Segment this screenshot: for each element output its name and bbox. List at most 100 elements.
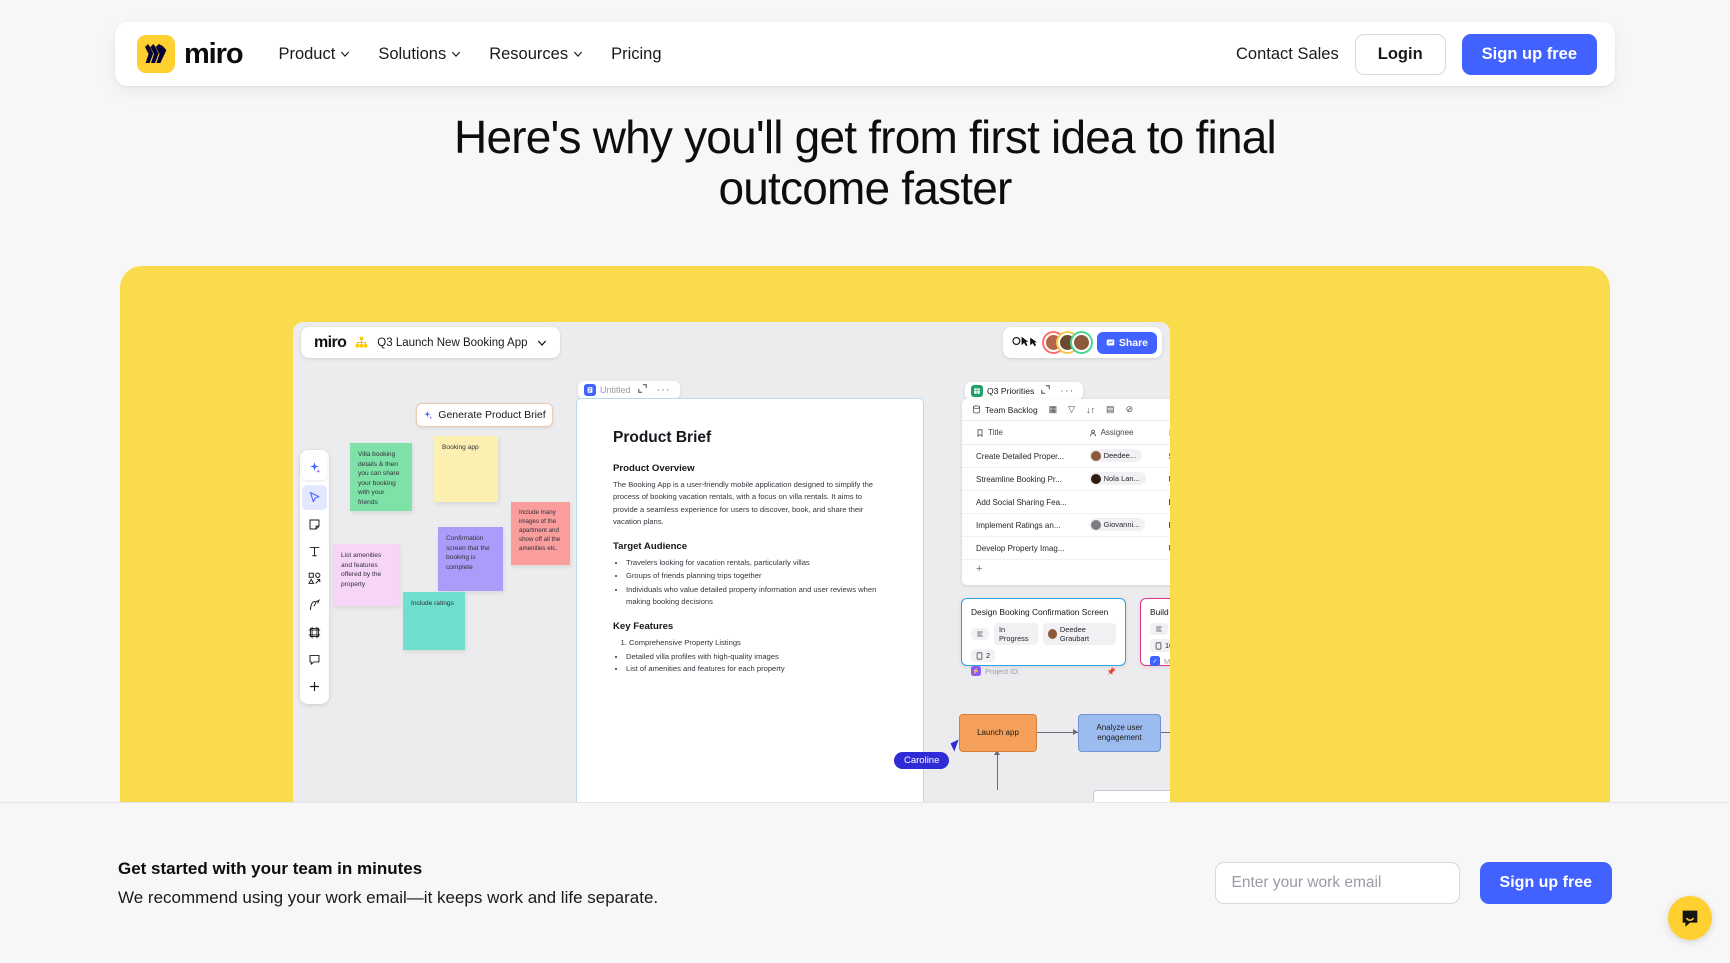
nav-item-product[interactable]: Product (278, 45, 350, 64)
page-title: Here's why you'll get from first idea to… (454, 111, 1277, 214)
pen-tool-icon[interactable] (302, 593, 327, 618)
expand-icon[interactable] (1038, 385, 1053, 397)
contact-sales-link[interactable]: Contact Sales (1236, 45, 1339, 64)
attachment-count-badge: 2 (971, 649, 996, 662)
nav-item-resources[interactable]: Resources (489, 45, 583, 64)
task-card[interactable]: Design Booking Confirmation Screen In Pr… (961, 598, 1126, 676)
avatar (1090, 519, 1101, 530)
sticky-note[interactable]: Villa booking details & then you can sha… (350, 443, 412, 511)
table-tab-label: Q3 Priorities (987, 386, 1035, 396)
column-label: Title (988, 428, 1003, 437)
more-options-icon[interactable]: ··· (654, 384, 674, 396)
frame-tool-icon[interactable] (302, 620, 327, 645)
expand-icon[interactable] (635, 384, 650, 396)
board-left-toolbar (300, 450, 329, 704)
flow-node[interactable]: Analyze user engagement (1078, 714, 1161, 752)
avatar-group[interactable] (1043, 333, 1091, 352)
shapes-tool-icon[interactable] (302, 566, 327, 591)
more-options-icon[interactable]: ··· (1057, 385, 1077, 397)
task-card-footer-label: M (1164, 656, 1170, 666)
document-widget-tab[interactable]: Untitled ··· (578, 381, 680, 399)
column-header-description[interactable]: D (1168, 428, 1170, 437)
sticky-note[interactable]: Include ratings (403, 592, 465, 650)
add-row-button[interactable]: + (962, 560, 1170, 575)
board-miro-wordmark: miro (314, 333, 347, 351)
cell-description: Upda (1168, 544, 1170, 553)
table-widget-tab[interactable]: Q3 Priorities ··· (965, 382, 1084, 400)
sort-icon[interactable]: ↓↑ (1086, 405, 1095, 415)
group-icon[interactable]: ▤ (1106, 404, 1115, 415)
q3-priorities-table[interactable]: Team Backlog ▦ ▽ ↓↑ ▤ ⊘ Title Assignee C… (962, 399, 1170, 585)
list-item: Travelers looking for vacation rentals, … (626, 557, 887, 569)
task-card-count-row: 10 (1150, 639, 1170, 652)
assignee-name: Giovanni... (1103, 520, 1140, 530)
column-header-assignee[interactable]: Assignee (1089, 428, 1169, 437)
generate-product-brief-button[interactable]: Generate Product Brief (416, 403, 553, 427)
text-tool-icon[interactable] (302, 539, 327, 564)
filter-icon[interactable]: ▽ (1068, 404, 1075, 415)
bookmark-icon (977, 428, 983, 437)
table-row[interactable]: Create Detailed Proper... Deedee... Stan… (962, 445, 1170, 468)
sticky-note-tool-icon[interactable] (302, 512, 327, 537)
cell-description: Upda (1168, 475, 1170, 484)
banner-signup-button[interactable]: Sign up free (1479, 862, 1612, 904)
table-view-selector[interactable]: Team Backlog (972, 405, 1038, 415)
table-row[interactable]: Streamline Booking Pr... Nola Lan... Upd… (962, 468, 1170, 491)
banner-signup-form: Sign up free (1214, 862, 1612, 904)
select-cursor-tool-icon[interactable] (302, 485, 327, 510)
sticky-note[interactable]: Booking app (434, 436, 498, 502)
person-icon (1089, 429, 1096, 436)
comment-tool-icon[interactable] (302, 647, 327, 672)
assignee-chip: Deedee Graubart (1042, 623, 1116, 645)
login-button[interactable]: Login (1354, 33, 1446, 75)
miro-logo-text: miro (184, 37, 244, 70)
work-email-input[interactable] (1214, 862, 1460, 904)
flow-node[interactable]: Launch app (959, 714, 1037, 752)
grid-view-icon[interactable]: ▦ (1049, 404, 1058, 415)
sticky-note[interactable]: Include many images of the apartment and… (511, 502, 570, 565)
column-header-title[interactable]: Title (976, 428, 1089, 437)
checkbox-icon: ✓ (1150, 656, 1160, 666)
hide-fields-icon[interactable]: ⊘ (1126, 404, 1134, 415)
miro-logo[interactable]: miro (137, 35, 244, 73)
project-id-label: Project ID: (985, 666, 1020, 676)
cell-title: Streamline Booking Pr... (976, 474, 1062, 484)
chat-widget-button[interactable] (1668, 896, 1712, 940)
spreadsheet-icon (971, 385, 983, 397)
project-icon: ⚡ (971, 666, 981, 676)
section-heading-overview: Product Overview (613, 463, 695, 474)
table-row[interactable]: Add Social Sharing Fea... Estab (962, 491, 1170, 514)
table-row[interactable]: Develop Property Imag... Upda (962, 537, 1170, 560)
table-row[interactable]: Implement Ratings an... Giovanni... Rede… (962, 514, 1170, 537)
nav-item-solutions[interactable]: Solutions (378, 45, 461, 64)
board-project-name: Q3 Launch New Booking App (377, 336, 528, 349)
product-brief-document[interactable]: Product Brief Product Overview The Booki… (576, 398, 924, 867)
assignee-chip: Nola Lan... (1088, 472, 1146, 486)
board-title-pill[interactable]: miro Q3 Launch New Booking App (301, 327, 560, 358)
document-title: Product Brief (613, 429, 712, 446)
flow-connector (1161, 732, 1170, 734)
table-view-name: Team Backlog (985, 404, 1038, 415)
nav-item-product-label: Product (278, 44, 336, 63)
chevron-down-icon[interactable] (537, 338, 547, 348)
top-navigation-bar: miro Product Solutions Resources Pricing… (115, 22, 1615, 86)
more-apps-tool-icon[interactable] (302, 674, 327, 699)
ai-sparkle-tool-icon[interactable] (302, 455, 327, 480)
task-card-meta (1150, 623, 1170, 635)
share-button[interactable]: Share (1096, 331, 1157, 354)
cell-title: Develop Property Imag... (976, 543, 1065, 553)
task-card[interactable]: Build 10 ✓ M (1140, 598, 1170, 666)
cell-description: Redes (1168, 521, 1170, 530)
description-icon (1169, 430, 1170, 435)
signup-free-button[interactable]: Sign up free (1461, 33, 1597, 75)
sticky-note[interactable]: List amenities and features offered by t… (333, 544, 399, 606)
nav-item-pricing[interactable]: Pricing (611, 45, 661, 64)
document-icon (584, 384, 596, 396)
banner-text-block: Get started with your team in minutes We… (118, 859, 658, 908)
sticky-note[interactable]: Confirmation screen that the booking is … (438, 527, 503, 591)
share-board-icon (1106, 339, 1115, 346)
target-audience-list: Travelers looking for vacation rentals, … (626, 557, 887, 608)
share-button-label: Share (1118, 336, 1148, 349)
table-header-row: Title Assignee D (962, 421, 1170, 445)
key-features-sublist: Detailed villa profiles with high-qualit… (626, 651, 887, 676)
